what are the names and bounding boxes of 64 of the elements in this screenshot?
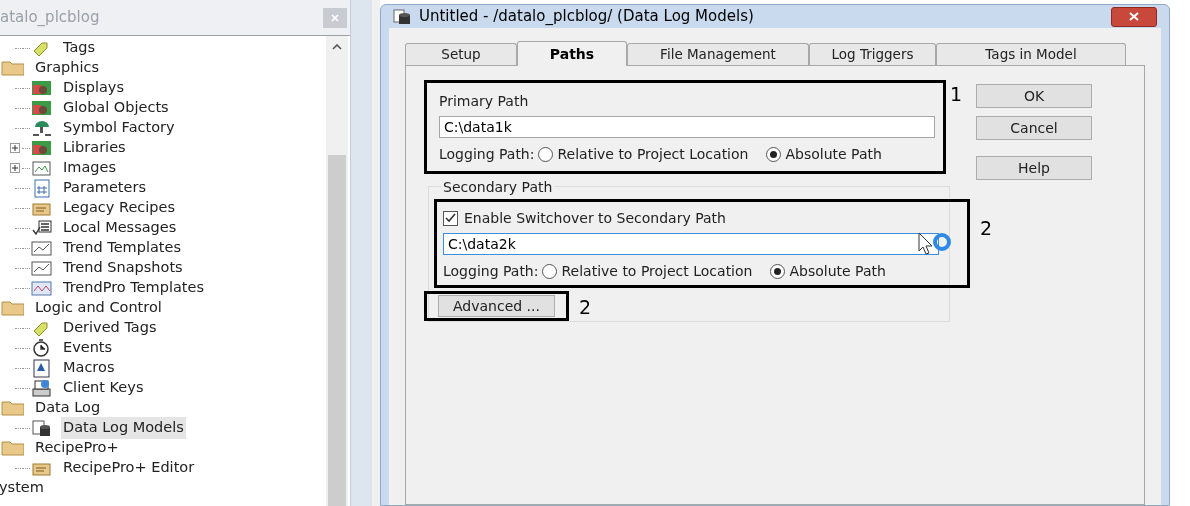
tree-item[interactable]: Local Messages — [61, 217, 179, 239]
annotation-number: 1 — [950, 82, 963, 107]
tree-item[interactable]: Symbol Factory — [61, 117, 177, 139]
dialog-button[interactable]: Help — [976, 156, 1092, 180]
tree-item[interactable]: Parameters — [61, 177, 148, 199]
tree-item[interactable]: Macros — [61, 357, 117, 379]
tree-item[interactable]: Tags — [61, 37, 98, 59]
annotation-number: 2 — [579, 295, 592, 320]
path-field[interactable]: C:\data2k — [443, 233, 939, 255]
radio-button[interactable] — [538, 147, 554, 162]
radio-label: Absolute Path — [789, 262, 886, 281]
tree-item[interactable]: Derived Tags — [61, 317, 159, 339]
radio-button[interactable] — [542, 264, 558, 279]
panel-title: atalo_plcblog — [0, 7, 100, 29]
tab[interactable]: Paths — [517, 41, 627, 66]
expander[interactable] — [10, 143, 20, 153]
scrollbar[interactable] — [326, 36, 348, 506]
radio-label: Relative to Project Location — [561, 262, 753, 281]
tree-item[interactable]: Global Objects — [61, 97, 171, 119]
tree-item[interactable]: Images — [61, 157, 118, 179]
scroll-thumb[interactable] — [328, 155, 346, 506]
path-field[interactable]: C:\data1k — [439, 116, 935, 138]
tree-item[interactable]: Trend Snapshots — [61, 257, 185, 279]
tab[interactable]: Log Triggers — [809, 43, 936, 65]
advanced-button[interactable]: Advanced ... — [438, 295, 555, 317]
database-icon — [393, 8, 411, 25]
checkbox[interactable] — [443, 211, 458, 226]
radio-button[interactable] — [770, 264, 786, 279]
tree-item[interactable]: Displays — [61, 77, 126, 99]
radio-label: Absolute Path — [785, 145, 882, 164]
tab[interactable]: File Management — [627, 43, 809, 65]
tab[interactable]: Tags in Model — [936, 43, 1126, 65]
close-icon — [1129, 12, 1139, 21]
tree-item[interactable]: TrendPro Templates — [61, 277, 206, 299]
field-label: Logging Path: — [439, 145, 535, 164]
tree-item[interactable]: ystem — [0, 477, 46, 499]
window-title: Untitled - /datalo_plcblog/ (Data Log Models) — [419, 6, 754, 28]
document-icon — [30, 357, 53, 379]
tab[interactable]: Setup — [405, 43, 517, 65]
close-button[interactable] — [1111, 6, 1157, 27]
radio-label: Relative to Project Location — [557, 145, 749, 164]
checkbox-label: Enable Switchover to Secondary Path — [464, 209, 726, 228]
tree-item[interactable]: Logic and Control — [33, 297, 164, 319]
tree-item[interactable]: RecipePro+ Editor — [61, 457, 197, 479]
expander[interactable] — [10, 163, 20, 173]
group-label: Primary Path — [439, 92, 530, 111]
tree-item[interactable]: Data Log Models — [61, 417, 186, 439]
tree-item[interactable]: Libraries — [61, 137, 128, 159]
keyboard-icon — [30, 377, 53, 399]
radio-button[interactable] — [766, 147, 782, 162]
scroll-up-icon[interactable] — [332, 44, 342, 50]
field-label: Logging Path: — [443, 262, 539, 281]
tree-item[interactable]: Client Keys — [61, 377, 146, 399]
tree-item[interactable]: Trend Templates — [61, 237, 183, 259]
tree-item[interactable]: Graphics — [33, 57, 102, 79]
tree-item[interactable]: Events — [61, 337, 115, 359]
dialog-button[interactable]: OK — [976, 84, 1092, 108]
close-icon — [331, 13, 339, 22]
database-icon — [30, 417, 53, 439]
tree-item[interactable]: Data Log — [33, 397, 103, 419]
dialog-button[interactable]: Cancel — [976, 116, 1092, 140]
annotation-number: 2 — [980, 216, 993, 241]
tree-item[interactable]: Legacy Recipes — [61, 197, 178, 219]
tree-item[interactable]: RecipePro+ — [33, 437, 121, 459]
